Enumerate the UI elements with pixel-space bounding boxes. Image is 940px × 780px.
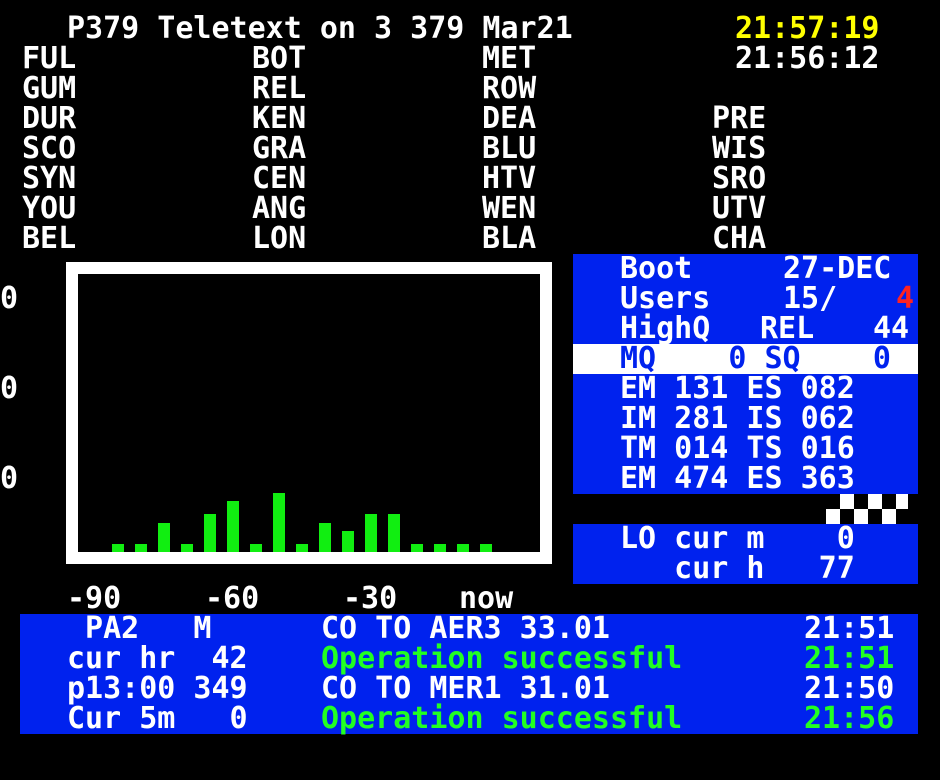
highq-label: HighQ [620, 311, 711, 346]
site-code: CHA [712, 221, 767, 256]
histogram-bar [273, 493, 285, 552]
histogram-bar [457, 543, 469, 552]
site-code: DEA [482, 101, 537, 136]
stats-row: IM 281 IS 062 [620, 401, 855, 436]
secondary-clock: 21:56:12 [735, 41, 880, 76]
highq-site: REL [760, 311, 815, 346]
log-row-left: PA2 M [67, 611, 248, 646]
y-tick-label: 40 [0, 371, 19, 406]
mq-sq-line: MQ 0 SQ 0 [620, 341, 891, 376]
log-row-time: 21:51 [804, 611, 895, 646]
site-code: MET [482, 41, 537, 76]
stats-row: TM 014 TS 016 [620, 431, 855, 466]
users-alert: 4 [896, 281, 915, 316]
site-code: KEN [252, 101, 307, 136]
x-tick-label: -90 [67, 581, 122, 616]
site-code: ROW [482, 71, 537, 106]
mosaic-graphic [826, 494, 908, 524]
log-row-time: 21:50 [804, 671, 895, 706]
histogram-frame [66, 262, 552, 564]
histogram-bar [296, 543, 308, 552]
y-tick-label: 20 [0, 461, 19, 496]
lo-cur-m: LO cur m 0 [620, 521, 855, 556]
current-clock: 21:57:19 [735, 11, 880, 46]
log-row-message: CO TO MER1 31.01 [321, 671, 610, 706]
histogram-bar [112, 543, 124, 552]
site-code: PRE [712, 101, 767, 136]
site-code: SCO [22, 131, 77, 166]
log-row-left: p13:00 349 [67, 671, 248, 706]
histogram-bar [365, 514, 377, 552]
site-code: SYN [22, 161, 77, 196]
site-code: GRA [252, 131, 307, 166]
site-code: HTV [482, 161, 537, 196]
y-tick-label: 60 [0, 281, 19, 316]
highq-value: 44 [873, 311, 910, 346]
site-code: LON [252, 221, 307, 256]
site-code: BOT [252, 41, 307, 76]
x-tick-label: -60 [205, 581, 260, 616]
log-row-left: cur hr 42 [67, 641, 248, 676]
stats-row: EM 474 ES 363 [620, 461, 855, 496]
log-row-message: Operation successful [321, 701, 683, 736]
histogram-bar [158, 522, 170, 552]
site-code: REL [252, 71, 307, 106]
site-code: DUR [22, 101, 77, 136]
histogram-bar [227, 501, 239, 552]
x-tick-label: -30 [343, 581, 398, 616]
histogram-bar [342, 530, 354, 552]
x-tick-label: now [459, 581, 514, 616]
site-code: GUM [22, 71, 77, 106]
users-value: 15/ [783, 281, 838, 316]
site-code: UTV [712, 191, 767, 226]
boot-label: Boot [620, 251, 693, 286]
histogram-bar [411, 543, 423, 552]
histogram-bar [480, 543, 492, 552]
log-row-left: Cur 5m 0 [67, 701, 248, 736]
site-code: CEN [252, 161, 307, 196]
site-code: YOU [22, 191, 77, 226]
site-code: ANG [252, 191, 307, 226]
histogram-bar [250, 543, 262, 552]
log-row-time: 21:56 [804, 701, 895, 736]
site-code: SRO [712, 161, 767, 196]
log-row-message: CO TO AER3 33.01 [321, 611, 610, 646]
histogram-bar [434, 543, 446, 552]
site-code: BEL [22, 221, 77, 256]
users-label: Users [620, 281, 711, 316]
lo-cur-h: cur h 77 [620, 551, 855, 586]
site-code: WIS [712, 131, 767, 166]
histogram-bar [135, 543, 147, 552]
boot-value: 27-DEC [783, 251, 892, 286]
stats-row: EM 131 ES 082 [620, 371, 855, 406]
log-row-message: Operation successful [321, 641, 683, 676]
histogram-bar [204, 514, 216, 552]
histogram-bar [181, 543, 193, 552]
site-code: BLU [482, 131, 537, 166]
site-code: BLA [482, 221, 537, 256]
site-code: FUL [22, 41, 77, 76]
log-row-time: 21:51 [804, 641, 895, 676]
histogram-bar [319, 522, 331, 552]
site-code: WEN [482, 191, 537, 226]
page-header: P379 Teletext on 3 379 Mar21 [67, 11, 573, 46]
histogram-bar [388, 514, 400, 552]
